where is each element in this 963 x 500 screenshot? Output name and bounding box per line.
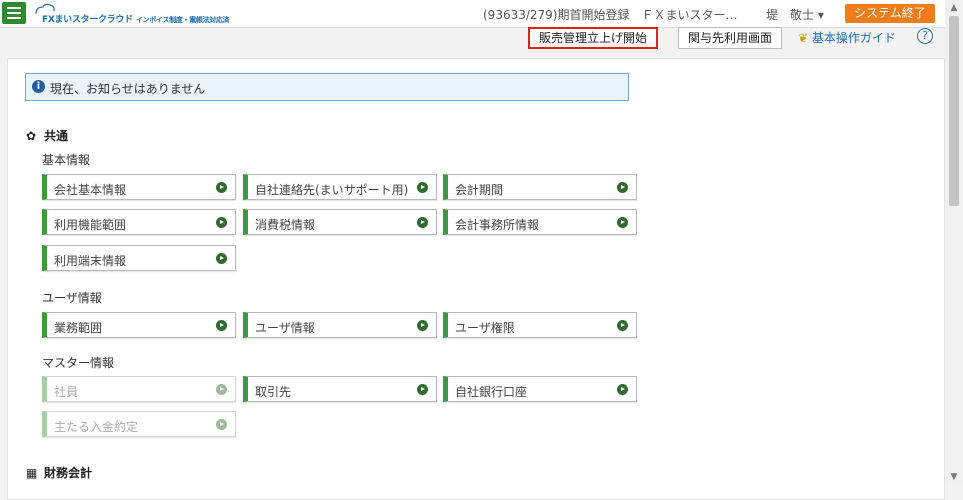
notice-box: i 現在、お知らせはありません xyxy=(25,73,629,101)
gear-icon: ✿ xyxy=(26,129,37,143)
guide-label: 基本操作ガイド xyxy=(811,31,896,45)
beginner-leaf-icon: ❦ xyxy=(798,31,809,45)
menu-card-company-info[interactable]: 会社基本情報 xyxy=(42,174,236,200)
help-icon[interactable]: ? xyxy=(917,28,933,44)
calculator-icon: ▦ xyxy=(26,466,38,480)
toolbar: 販売管理立上げ開始 関与先利用画面 ❦ 基本操作ガイド ? xyxy=(0,27,945,49)
arrow-right-icon xyxy=(417,182,428,193)
logo-subtitle: インボイス制度・電帳法対応済 xyxy=(135,16,230,24)
arrow-right-icon xyxy=(216,182,227,193)
menu-card-fiscal-period[interactable]: 会計期間 xyxy=(443,174,637,200)
arrow-right-icon xyxy=(216,384,227,395)
logo-text: FXまいスタークラウド インボイス制度・電帳法対応済 xyxy=(42,15,230,25)
section-finance: ▦ 財務会計 xyxy=(26,466,93,480)
vertical-scrollbar[interactable]: ▲ ▼ xyxy=(945,0,963,485)
guide-link[interactable]: ❦ 基本操作ガイド xyxy=(798,29,896,46)
partner-screen-button[interactable]: 関与先利用画面 xyxy=(678,27,783,49)
menu-card-user-permission[interactable]: ユーザ権限 xyxy=(443,312,637,338)
arrow-right-icon xyxy=(617,320,628,331)
group-title-user: ユーザ情報 xyxy=(42,291,102,305)
scroll-up-icon[interactable]: ▲ xyxy=(945,0,963,16)
app-header: FXまいスタークラウド インボイス制度・電帳法対応済 (93633/279)期首開… xyxy=(0,0,945,28)
arrow-right-icon xyxy=(216,320,227,331)
arrow-right-icon xyxy=(617,217,628,228)
menu-card-company-bank[interactable]: 自社銀行口座 xyxy=(443,376,637,402)
session-info: (93633/279)期首開始登録 ＦＸまいスター… xyxy=(483,8,738,22)
arrow-right-icon xyxy=(417,320,428,331)
menu-card-business-partner[interactable]: 取引先 xyxy=(243,376,437,402)
menu-card-payment-terms: 主たる入金約定 xyxy=(42,411,236,437)
arrow-right-icon xyxy=(216,217,227,228)
arrow-right-icon xyxy=(617,384,628,395)
group-title-basic: 基本情報 xyxy=(42,153,91,167)
scroll-down-icon[interactable]: ▼ xyxy=(945,469,963,485)
sales-management-start-button[interactable]: 販売管理立上げ開始 xyxy=(528,27,659,49)
arrow-right-icon xyxy=(216,419,227,430)
info-icon: i xyxy=(32,80,45,93)
arrow-right-icon xyxy=(617,182,628,193)
scroll-thumb[interactable] xyxy=(949,16,959,206)
user-menu[interactable]: 堤 敬士 ▾ xyxy=(766,6,824,23)
menu-card-company-contact[interactable]: 自社連絡先(まいサポート用) xyxy=(243,174,437,200)
menu-card-consumption-tax[interactable]: 消費税情報 xyxy=(243,209,437,235)
hamburger-menu-icon[interactable] xyxy=(2,2,26,24)
menu-card-business-scope[interactable]: 業務範囲 xyxy=(42,312,236,338)
menu-card-accounting-office[interactable]: 会計事務所情報 xyxy=(443,209,637,235)
section-common: ✿ 共通 xyxy=(26,129,69,143)
notice-text: 現在、お知らせはありません xyxy=(50,82,206,96)
arrow-right-icon xyxy=(417,217,428,228)
menu-card-feature-scope[interactable]: 利用機能範囲 xyxy=(42,209,236,235)
menu-card-user-info[interactable]: ユーザ情報 xyxy=(243,312,437,338)
menu-card-terminal-info[interactable]: 利用端末情報 xyxy=(42,245,236,271)
arrow-right-icon xyxy=(216,253,227,264)
system-exit-button[interactable]: システム終了 xyxy=(845,4,935,23)
arrow-right-icon xyxy=(417,384,428,395)
menu-card-employee: 社員 xyxy=(42,376,236,402)
group-title-master: マスター情報 xyxy=(42,356,115,370)
